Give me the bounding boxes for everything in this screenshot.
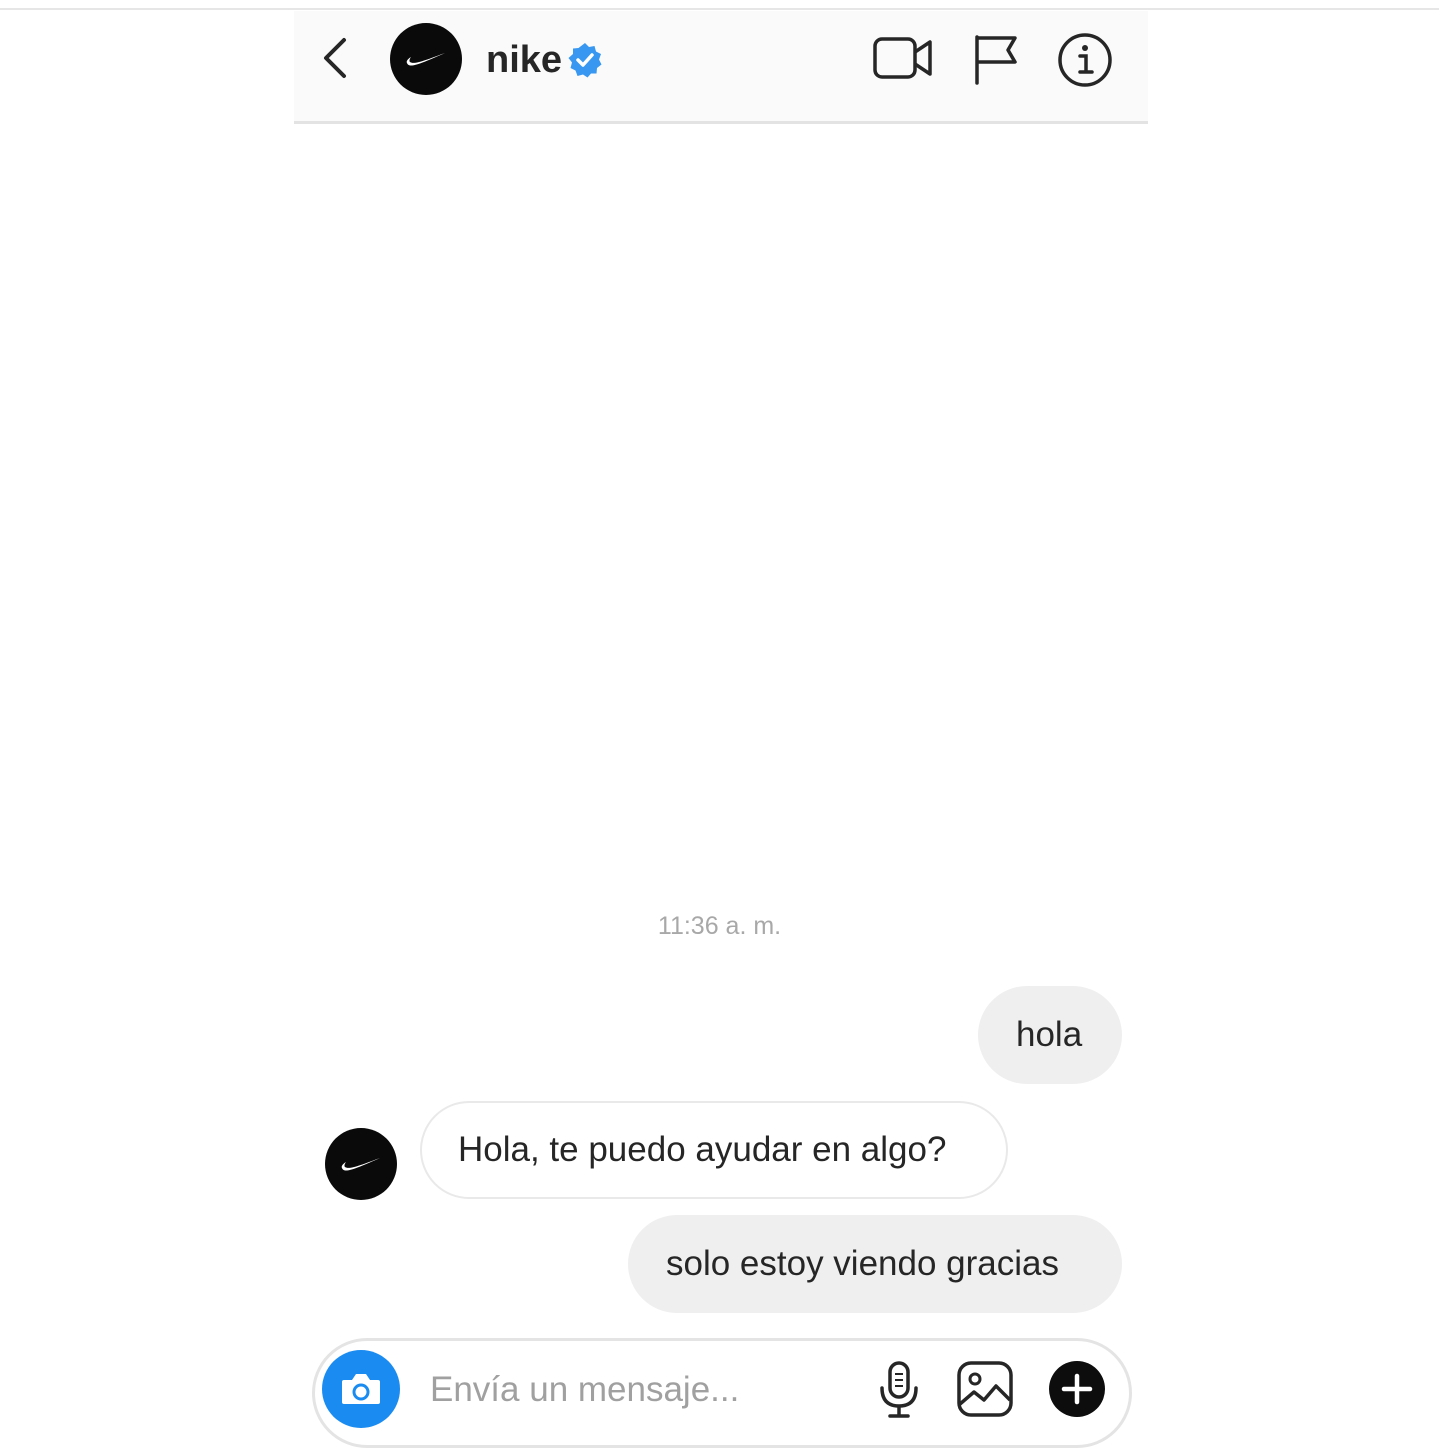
plus-icon <box>1049 1361 1105 1417</box>
camera-icon <box>342 1374 380 1404</box>
outgoing-message[interactable]: hola <box>978 986 1122 1084</box>
back-chevron-icon <box>324 38 346 78</box>
nike-swoosh-icon <box>406 53 445 66</box>
profile-avatar[interactable] <box>390 23 462 95</box>
report-button[interactable] <box>970 32 1022 86</box>
nike-swoosh-icon <box>341 1158 380 1171</box>
info-button[interactable] <box>1056 31 1114 89</box>
video-call-icon <box>873 37 932 79</box>
incoming-message[interactable]: Hola, te puedo ayudar en algo? <box>420 1101 1008 1199</box>
voice-message-button[interactable] <box>876 1360 922 1420</box>
gallery-icon <box>957 1361 1013 1417</box>
info-icon <box>1058 33 1112 87</box>
outgoing-message[interactable]: solo estoy viendo gracias <box>628 1215 1122 1313</box>
sender-avatar[interactable] <box>325 1128 397 1200</box>
gallery-button[interactable] <box>956 1360 1014 1418</box>
chat-username[interactable]: nike <box>486 36 562 84</box>
back-button[interactable] <box>318 34 354 82</box>
microphone-icon <box>880 1361 918 1418</box>
message-timestamp: 11:36 a. m. <box>657 912 782 940</box>
verified-badge-icon <box>568 43 602 78</box>
top-divider <box>0 8 1439 10</box>
video-call-button[interactable] <box>872 34 934 84</box>
camera-button[interactable] <box>322 1350 400 1428</box>
more-options-button[interactable] <box>1048 1360 1106 1418</box>
message-input[interactable] <box>430 1362 850 1418</box>
report-flag-icon <box>975 35 1017 85</box>
